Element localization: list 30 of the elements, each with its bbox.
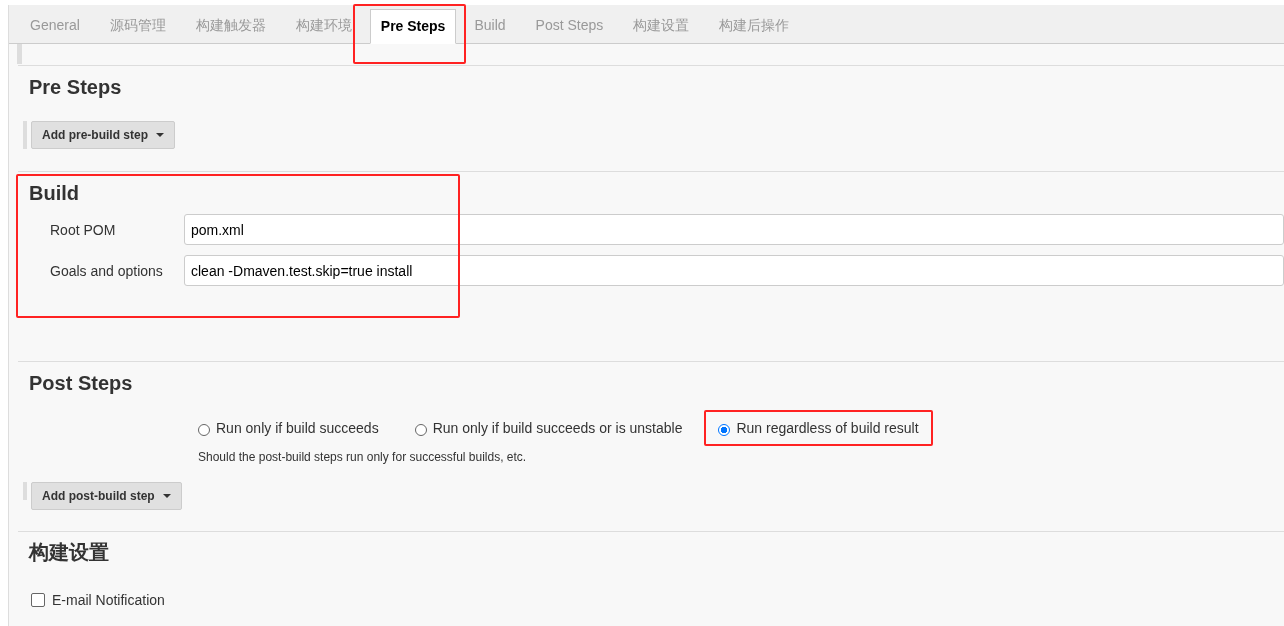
radio-label: Run only if build succeeds xyxy=(216,420,379,436)
section-heading: Pre Steps xyxy=(29,76,123,98)
section-heading: Build xyxy=(29,182,80,204)
radio-label: Run regardless of build result xyxy=(736,420,919,436)
input-field[interactable]: clean -Dmaven.test.skip=true install xyxy=(184,255,1284,286)
add-step-button[interactable]: Add post-build step xyxy=(31,482,182,510)
field-label: Goals and options xyxy=(49,262,164,279)
radio-button[interactable] xyxy=(414,424,427,436)
checkbox[interactable] xyxy=(31,593,45,607)
tab[interactable]: 源码管理 xyxy=(97,9,178,43)
caret-icon xyxy=(156,133,164,137)
checkbox-label: E-mail Notification xyxy=(52,592,165,608)
tab[interactable]: 构建环境 xyxy=(283,9,364,43)
add-step-button[interactable]: Add pre-build step xyxy=(31,121,175,149)
help-text: Should the post-build steps run only for successful builds, etc. xyxy=(198,450,528,464)
tab[interactable]: 构建设置 xyxy=(621,9,702,43)
tab[interactable]: Build xyxy=(462,9,518,43)
radio-button[interactable] xyxy=(198,424,210,436)
tab[interactable]: General xyxy=(18,9,92,43)
radio-label: Run only if build succeeds or is unstable xyxy=(432,420,683,436)
tab[interactable]: Post Steps xyxy=(523,9,616,43)
section-heading: Post Steps xyxy=(29,372,134,394)
tab[interactable]: 构建触发器 xyxy=(183,9,278,43)
input-field[interactable]: pom.xml xyxy=(184,214,1284,245)
section-heading: 构建设置 xyxy=(29,541,110,563)
radio-button[interactable] xyxy=(718,424,731,436)
caret-icon xyxy=(162,494,171,498)
tab[interactable]: 构建后操作 xyxy=(707,9,802,43)
field-label: Root POM xyxy=(49,221,117,238)
tab[interactable]: Pre Steps xyxy=(369,9,457,44)
